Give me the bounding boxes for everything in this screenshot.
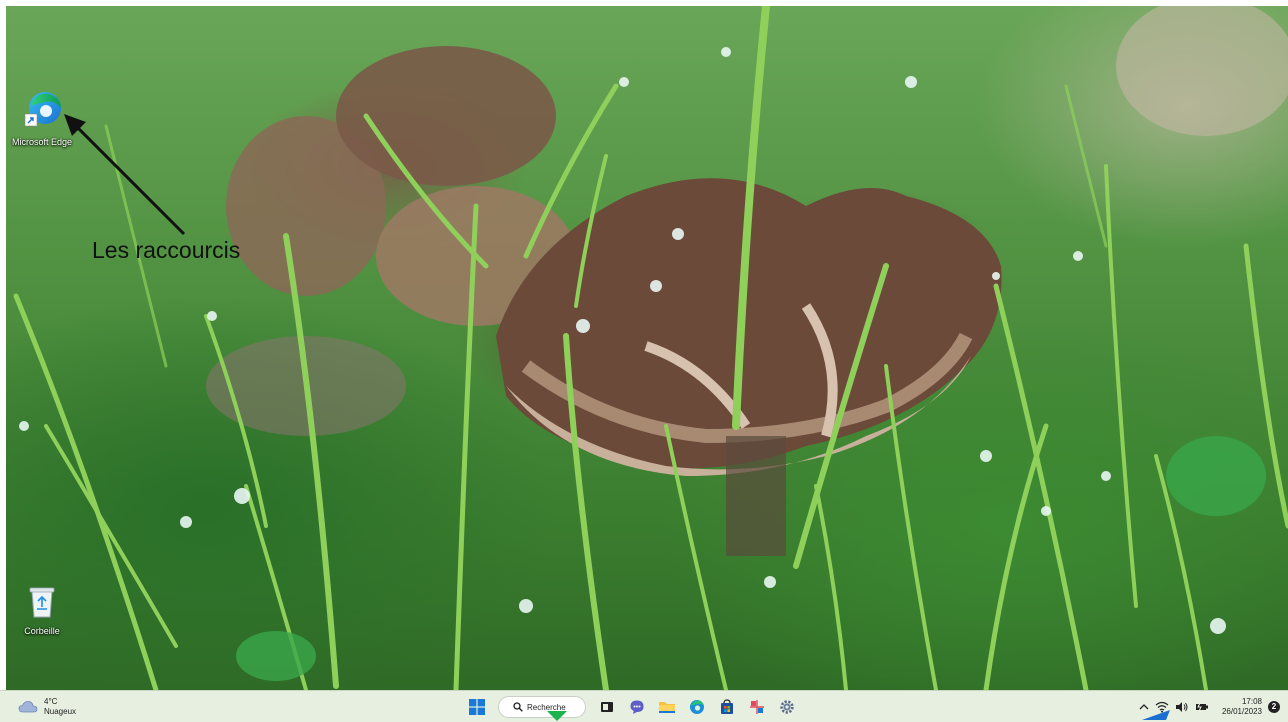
clock[interactable]: 17:08 26/01/2023 bbox=[1222, 697, 1262, 717]
chat-button[interactable] bbox=[624, 694, 650, 720]
chat-icon bbox=[630, 700, 644, 714]
battery-icon bbox=[1195, 702, 1208, 712]
recycle-bin-icon bbox=[29, 587, 55, 618]
store-icon bbox=[721, 699, 733, 714]
task-view-button[interactable] bbox=[594, 694, 620, 720]
weather-condition: Nuageux bbox=[44, 707, 77, 716]
edge-taskbar-button[interactable] bbox=[684, 694, 710, 720]
search-box[interactable]: Recherche bbox=[498, 696, 586, 721]
active-indicator-marker bbox=[547, 711, 567, 721]
system-tray: 17:08 26/01/2023 2 bbox=[1136, 695, 1280, 719]
windows-start-icon bbox=[469, 699, 485, 715]
desktop-screen: Microsoft Edge Corbeille Les raccourcis … bbox=[0, 0, 1288, 722]
annotation-label: Les raccourcis bbox=[92, 237, 241, 263]
cloud-icon bbox=[18, 701, 38, 713]
start-button[interactable] bbox=[464, 694, 490, 720]
gear-icon bbox=[780, 700, 794, 714]
store-button[interactable] bbox=[714, 694, 740, 720]
folder-icon bbox=[659, 702, 675, 713]
task-view-icon bbox=[601, 702, 613, 712]
desktop-icon-microsoft-edge[interactable]: Microsoft Edge bbox=[6, 90, 78, 147]
taskbar: 4°C Nuageux Recherche 17:08 26/01/2023 2 bbox=[0, 690, 1288, 722]
weather-widget[interactable]: 4°C Nuageux bbox=[18, 695, 76, 719]
notification-badge[interactable]: 2 bbox=[1268, 701, 1280, 713]
edge-icon bbox=[24, 92, 61, 127]
desktop-icon-label: Corbeille bbox=[24, 626, 60, 636]
clock-time: 17:08 bbox=[1241, 697, 1262, 706]
weather-temperature: 4°C bbox=[44, 697, 58, 706]
chevron-up-icon bbox=[1139, 704, 1149, 710]
speaker-icon bbox=[1175, 702, 1188, 712]
wifi-icon bbox=[1155, 701, 1169, 713]
wallpaper-art bbox=[13, 6, 1288, 690]
snipping-tool-button[interactable] bbox=[744, 694, 770, 720]
network-button[interactable] bbox=[1155, 701, 1169, 713]
desktop-icon-label: Microsoft Edge bbox=[11, 137, 73, 147]
snipping-tool-icon bbox=[750, 700, 764, 714]
search-icon bbox=[513, 702, 523, 712]
taskbar-apps: Recherche bbox=[462, 694, 802, 721]
wallpaper bbox=[6, 6, 1288, 690]
edge-icon bbox=[690, 700, 704, 714]
clock-date: 26/01/2023 bbox=[1221, 707, 1262, 716]
desktop-icon-recycle-bin[interactable]: Corbeille bbox=[6, 585, 78, 636]
volume-button[interactable] bbox=[1175, 701, 1189, 713]
settings-button[interactable] bbox=[774, 694, 800, 720]
battery-button[interactable] bbox=[1195, 702, 1209, 712]
file-explorer-button[interactable] bbox=[654, 694, 680, 720]
show-hidden-icons-button[interactable] bbox=[1139, 703, 1149, 711]
